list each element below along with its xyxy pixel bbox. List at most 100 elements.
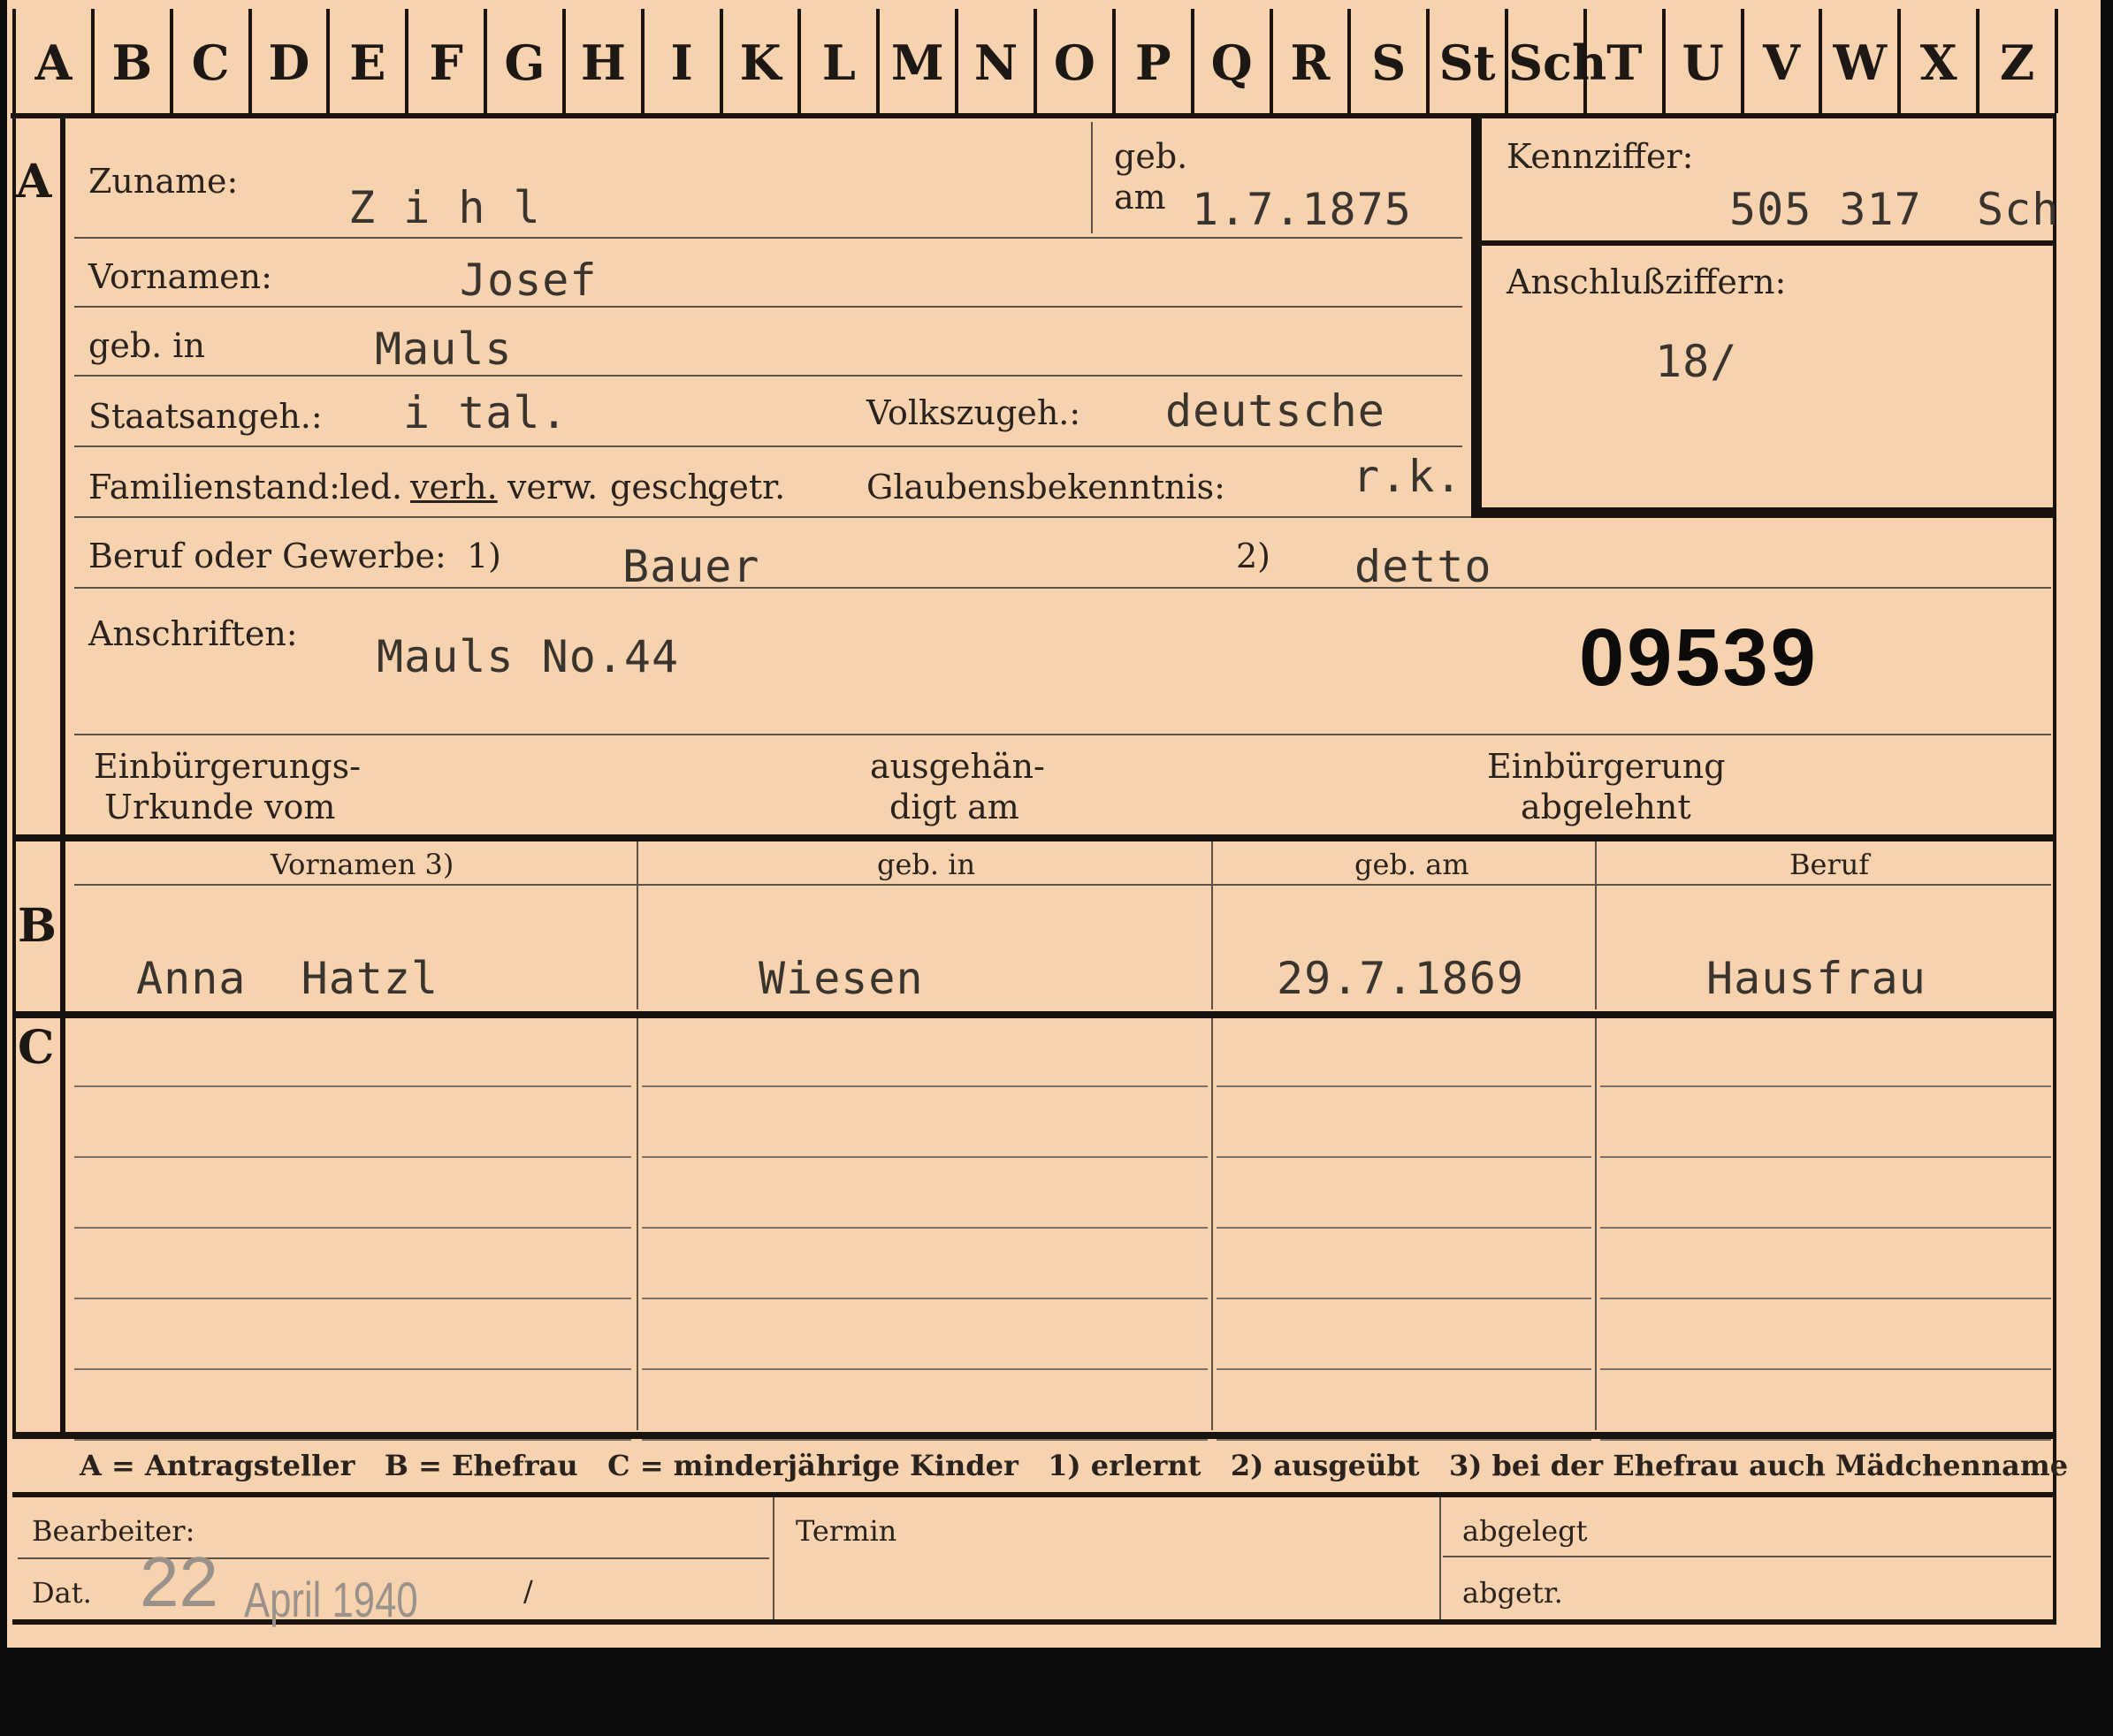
tab-f[interactable]: F xyxy=(405,9,484,113)
tab-a[interactable]: A xyxy=(12,9,91,113)
tab-c[interactable]: C xyxy=(169,9,248,113)
tab-letter: E xyxy=(349,34,386,91)
tab-letter: Sch xyxy=(1508,34,1607,91)
tab-v[interactable]: V xyxy=(1740,9,1819,113)
handed-out-label-2: digt am xyxy=(889,788,1019,826)
scan-edge-left xyxy=(0,0,7,1648)
child-row-rule xyxy=(1600,1227,2051,1229)
child-row-rule xyxy=(1600,1085,2051,1087)
tab-r[interactable]: R xyxy=(1269,9,1348,113)
occupation-practiced-mark: 2) xyxy=(1236,537,1271,575)
forenames-value: Josef xyxy=(460,255,598,306)
birthdate-label-am: am xyxy=(1114,178,1166,217)
id-box-bottom-border xyxy=(1471,507,2053,518)
tab-letter: T xyxy=(1606,34,1643,91)
legend-top-rule xyxy=(12,1432,2056,1439)
ethnicity-label: Volkszugeh.: xyxy=(866,393,1081,432)
row-rule-citizenship xyxy=(74,445,1462,447)
family-status-led: led. xyxy=(339,468,403,506)
tab-letter: W xyxy=(1833,34,1888,91)
tab-letter: V xyxy=(1763,34,1800,91)
tab-s[interactable]: S xyxy=(1347,9,1426,113)
naturalization-cert-label-1: Einbürgerungs- xyxy=(94,747,361,786)
spouse-occupation-value: Hausfrau xyxy=(1706,953,1926,1004)
tab-st[interactable]: St xyxy=(1426,9,1505,113)
tab-letter: Q xyxy=(1210,34,1253,91)
handed-out-label-1: ausgehän- xyxy=(870,747,1045,786)
tab-t[interactable]: T xyxy=(1583,9,1662,113)
naturalization-rejected-label-1: Einbürgerung xyxy=(1487,747,1726,786)
child-row-rule xyxy=(1217,1298,1591,1299)
child-row-rule xyxy=(642,1156,1208,1158)
child-row-rule xyxy=(642,1439,1208,1441)
child-row-rule xyxy=(74,1368,631,1370)
removed-label: abgetr. xyxy=(1462,1576,1563,1610)
section-b-top-rule xyxy=(12,834,2056,841)
tab-letter: R xyxy=(1290,34,1331,91)
deadline-label: Termin xyxy=(796,1514,897,1548)
spouse-header-birthplace: geb. in xyxy=(877,848,976,881)
citizenship-value: i tal. xyxy=(403,387,568,438)
tab-l[interactable]: L xyxy=(797,9,876,113)
tab-u[interactable]: U xyxy=(1661,9,1741,113)
child-row-rule xyxy=(1600,1298,2051,1299)
tab-g[interactable]: G xyxy=(484,9,562,113)
tab-letter: Z xyxy=(1999,34,2035,91)
scan-background xyxy=(0,1646,2113,1736)
id-box-divider xyxy=(1482,240,2053,246)
tab-n[interactable]: N xyxy=(955,9,1034,113)
family-status-verw: verw. xyxy=(507,468,599,506)
birthdate-divider xyxy=(1091,122,1093,233)
row-rule-forenames xyxy=(74,306,1462,308)
tab-m[interactable]: M xyxy=(876,9,955,113)
tab-i[interactable]: I xyxy=(640,9,720,113)
tab-e[interactable]: E xyxy=(326,9,405,113)
child-row-rule xyxy=(642,1298,1208,1299)
family-status-label: Familienstand: xyxy=(88,468,340,506)
child-row-rule xyxy=(1600,1156,2051,1158)
spouse-header-occupation: Beruf xyxy=(1789,848,1870,881)
tab-k[interactable]: K xyxy=(719,9,798,113)
birthplace-label: geb. in xyxy=(88,326,205,365)
family-status-gesch: gesch. xyxy=(610,468,721,506)
tab-q[interactable]: Q xyxy=(1190,9,1270,113)
link-numbers-label: Anschlußziffern: xyxy=(1507,263,1787,301)
tab-z[interactable]: Z xyxy=(1976,9,2055,113)
occupation-practiced-value: detto xyxy=(1354,541,1492,592)
tab-letter: B xyxy=(111,34,153,91)
child-row-rule xyxy=(74,1085,631,1087)
tab-h[interactable]: H xyxy=(561,9,641,113)
tab-d[interactable]: D xyxy=(248,9,327,113)
processor-label: Bearbeiter: xyxy=(32,1514,195,1548)
tab-letter: H xyxy=(580,34,626,91)
tab-letter: A xyxy=(34,34,72,91)
child-row-rule xyxy=(1217,1227,1591,1229)
birthplace-value: Mauls xyxy=(375,324,513,375)
tab-w[interactable]: W xyxy=(1819,9,1897,113)
frame-left xyxy=(12,113,16,1435)
tab-letter: X xyxy=(1919,34,1957,91)
section-letter-a: A xyxy=(16,155,52,209)
tab-o[interactable]: O xyxy=(1034,9,1112,113)
child-row-rule xyxy=(74,1156,631,1158)
id-number-suffix: Sch xyxy=(1977,184,2060,235)
surname-label: Zuname: xyxy=(88,162,239,201)
family-status-verh: verh. xyxy=(410,468,498,506)
tab-letter: St xyxy=(1438,34,1496,91)
tab-letter: P xyxy=(1134,34,1171,91)
occupation-label: Beruf oder Gewerbe: xyxy=(88,537,446,575)
section-letter-b: B xyxy=(18,899,57,953)
spouse-birthdate-value: 29.7.1869 xyxy=(1277,953,1524,1004)
tab-b[interactable]: B xyxy=(90,9,170,113)
child-row-rule xyxy=(1600,1368,2051,1370)
row-rule-birthplace xyxy=(74,375,1462,377)
scan-edge-right xyxy=(2101,0,2113,1648)
occupation-learned-mark: 1) xyxy=(467,537,502,575)
tab-letter: I xyxy=(670,34,693,91)
tab-x[interactable]: X xyxy=(1897,9,1976,113)
tab-p[interactable]: P xyxy=(1111,9,1191,113)
tab-sch[interactable]: Sch xyxy=(1505,9,1607,113)
row-rule-address xyxy=(74,734,2051,735)
forenames-label: Vornamen: xyxy=(88,257,272,296)
tab-letter: U xyxy=(1682,34,1724,91)
